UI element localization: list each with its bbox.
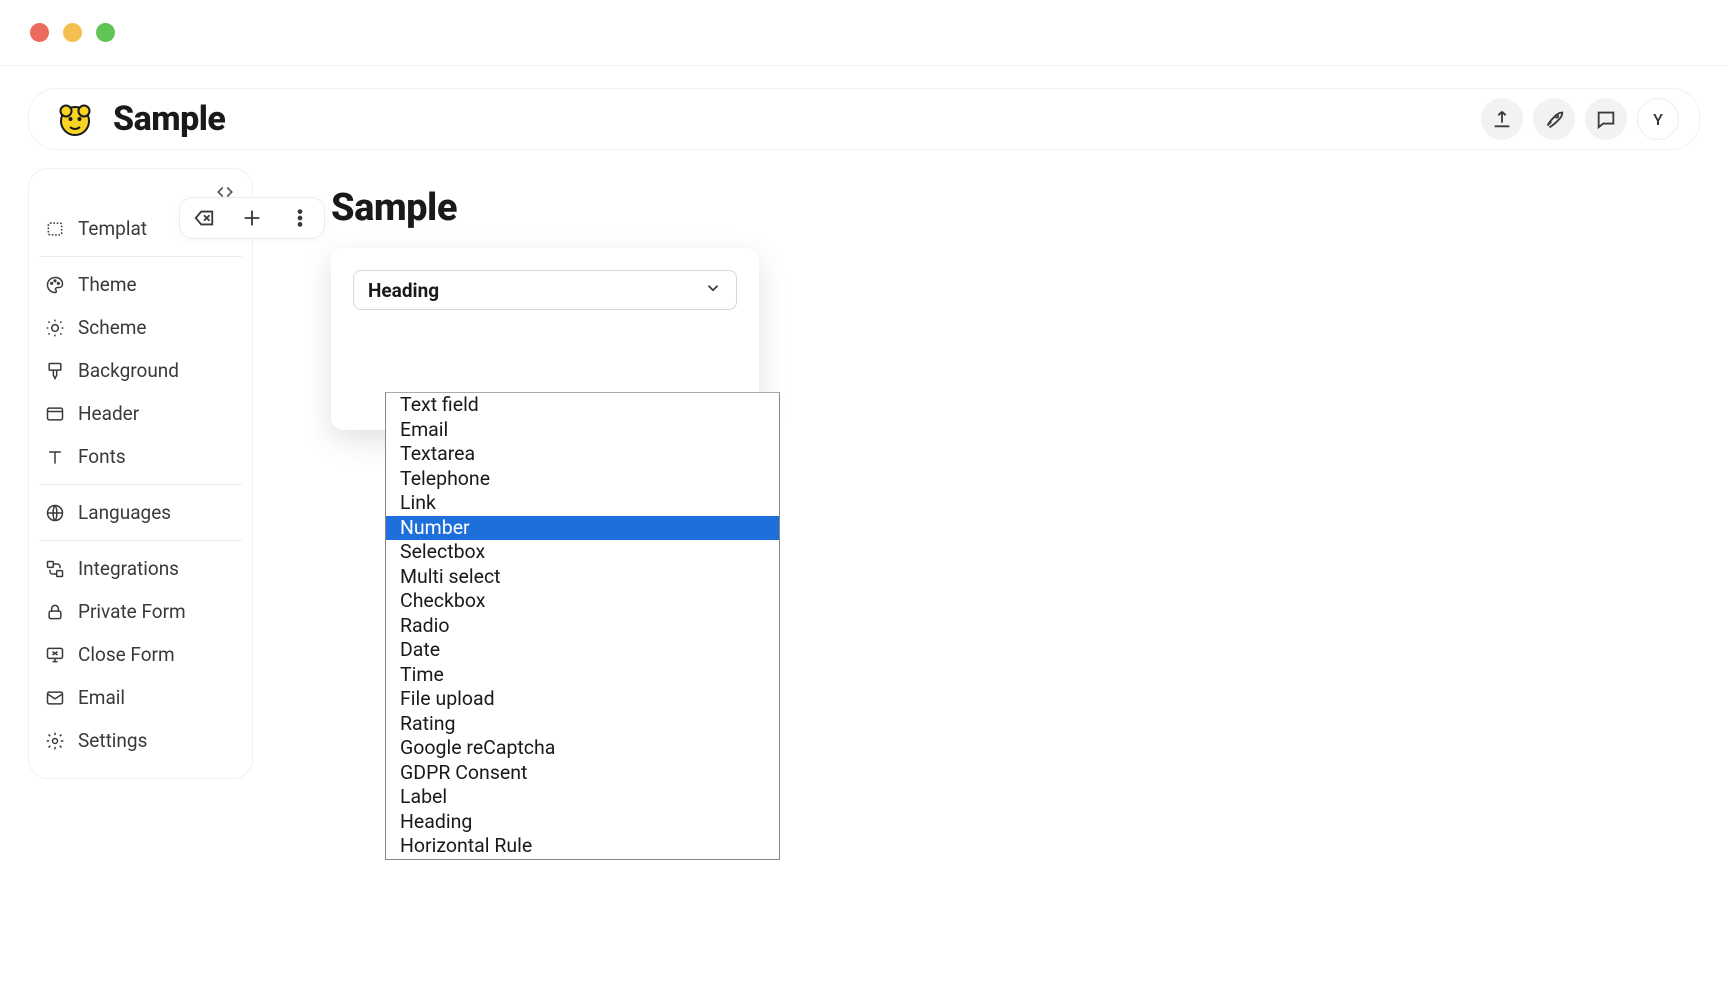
plus-icon <box>241 207 263 229</box>
upload-icon <box>1491 108 1513 130</box>
rocket-icon <box>1543 108 1565 130</box>
dropdown-option[interactable]: Rating <box>386 712 779 737</box>
dropdown-option[interactable]: Checkbox <box>386 589 779 614</box>
sidebar-item-label: Scheme <box>78 316 147 339</box>
float-tools <box>179 197 325 239</box>
palette-icon <box>45 275 65 295</box>
dropdown-option[interactable]: Date <box>386 638 779 663</box>
comments-button[interactable] <box>1585 98 1627 140</box>
dropdown-option[interactable]: Radio <box>386 614 779 639</box>
sidebar-item-label: Email <box>78 686 125 709</box>
app-title: Sample <box>113 99 225 139</box>
gear-icon <box>45 731 65 751</box>
field-type-dropdown[interactable]: Text fieldEmailTextareaTelephoneLinkNumb… <box>385 392 780 860</box>
monitor-off-icon <box>45 645 65 665</box>
sidebar-item-label: Fonts <box>78 445 126 468</box>
dropdown-option[interactable]: Google reCaptcha <box>386 736 779 761</box>
upload-button[interactable] <box>1481 98 1523 140</box>
dropdown-option[interactable]: Telephone <box>386 467 779 492</box>
globe-icon <box>45 503 65 523</box>
lock-icon <box>45 602 65 622</box>
dropdown-option[interactable]: File upload <box>386 687 779 712</box>
sidebar-item-theme[interactable]: Theme <box>37 263 244 306</box>
dropdown-option[interactable]: Text field <box>386 393 779 418</box>
minimize-window-button[interactable] <box>63 23 82 42</box>
dropdown-option[interactable]: Heading <box>386 810 779 835</box>
sidebar: Templat Theme Scheme Background Header F… <box>28 168 253 779</box>
dropdown-option[interactable]: Horizontal Rule <box>386 834 779 859</box>
window-titlebar <box>0 0 1728 66</box>
dropdown-option[interactable]: Link <box>386 491 779 516</box>
app-logo-icon <box>57 101 93 137</box>
chevron-down-icon <box>704 279 722 301</box>
more-tool-button[interactable] <box>286 204 314 232</box>
sidebar-item-close-form[interactable]: Close Form <box>37 633 244 676</box>
sun-icon <box>45 318 65 338</box>
sidebar-item-label: Integrations <box>78 557 179 580</box>
sidebar-item-scheme[interactable]: Scheme <box>37 306 244 349</box>
dropdown-option[interactable]: GDPR Consent <box>386 761 779 786</box>
sidebar-item-fonts[interactable]: Fonts <box>37 435 244 478</box>
dropdown-option[interactable]: Selectbox <box>386 540 779 565</box>
close-window-button[interactable] <box>30 23 49 42</box>
sidebar-item-integrations[interactable]: Integrations <box>37 547 244 590</box>
dropdown-option[interactable]: Label <box>386 785 779 810</box>
sidebar-item-settings[interactable]: Settings <box>37 719 244 762</box>
launch-button[interactable] <box>1533 98 1575 140</box>
avatar-initial: Y <box>1653 110 1663 129</box>
app-header: Sample Y <box>28 88 1700 150</box>
user-avatar[interactable]: Y <box>1637 98 1679 140</box>
field-type-select[interactable]: Heading <box>353 270 737 310</box>
mail-icon <box>45 688 65 708</box>
backspace-icon <box>193 207 215 229</box>
template-icon <box>45 219 65 239</box>
dropdown-option[interactable]: Multi select <box>386 565 779 590</box>
sidebar-item-label: Background <box>78 359 179 382</box>
type-icon <box>45 447 65 467</box>
dropdown-option[interactable]: Email <box>386 418 779 443</box>
sidebar-item-background[interactable]: Background <box>37 349 244 392</box>
sidebar-item-label: Languages <box>78 501 171 524</box>
sidebar-item-private-form[interactable]: Private Form <box>37 590 244 633</box>
delete-tool-button[interactable] <box>190 204 218 232</box>
integrations-icon <box>45 559 65 579</box>
dropdown-option[interactable]: Number <box>386 516 779 541</box>
maximize-window-button[interactable] <box>96 23 115 42</box>
sidebar-item-header[interactable]: Header <box>37 392 244 435</box>
sidebar-item-label: Close Form <box>78 643 175 666</box>
sidebar-item-label: Header <box>78 402 139 425</box>
sidebar-item-languages[interactable]: Languages <box>37 491 244 534</box>
brush-icon <box>45 361 65 381</box>
sidebar-item-label: Private Form <box>78 600 186 623</box>
header-icon <box>45 404 65 424</box>
select-current-value: Heading <box>368 279 439 302</box>
add-tool-button[interactable] <box>238 204 266 232</box>
sidebar-item-label: Settings <box>78 729 147 752</box>
sidebar-item-label: Templat <box>78 217 147 240</box>
sidebar-item-label: Theme <box>78 273 137 296</box>
more-vertical-icon <box>289 207 311 229</box>
chat-icon <box>1595 108 1617 130</box>
page-title: Sample <box>331 186 1700 230</box>
dropdown-option[interactable]: Time <box>386 663 779 688</box>
main-panel: Sample Heading <box>269 168 1700 430</box>
sidebar-item-email[interactable]: Email <box>37 676 244 719</box>
dropdown-option[interactable]: Textarea <box>386 442 779 467</box>
